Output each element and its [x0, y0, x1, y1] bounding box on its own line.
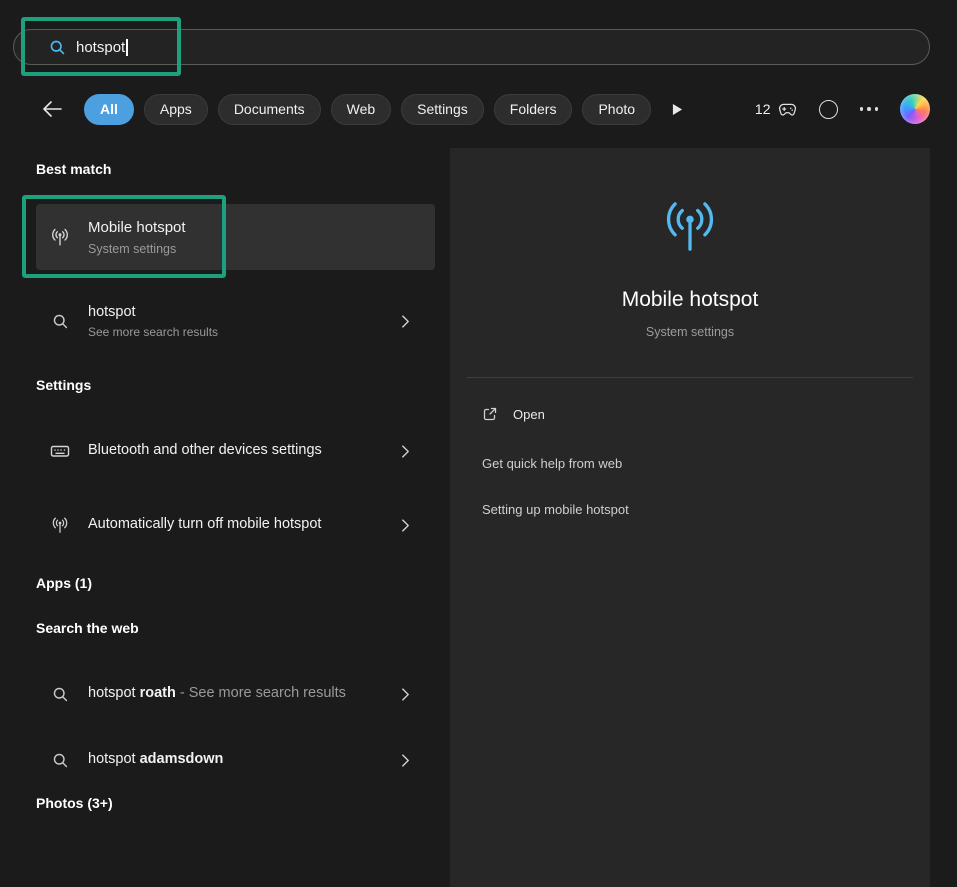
quick-help-link[interactable]: Get quick help from web: [482, 456, 622, 471]
search-header-actions: 12: [755, 93, 930, 125]
account-avatar[interactable]: [819, 100, 838, 119]
result-bluetooth-settings[interactable]: Bluetooth and other devices settings: [36, 422, 435, 480]
setting-up-hotspot-link[interactable]: Setting up mobile hotspot: [482, 502, 629, 517]
tab-photos-label: Photo: [598, 101, 635, 117]
search-icon: [48, 686, 72, 703]
rewards-badge[interactable]: 12: [755, 101, 797, 117]
settings-heading: Settings: [36, 377, 91, 393]
result-title: Mobile hotspot: [88, 218, 350, 238]
web-query-bold: roath: [140, 685, 176, 701]
tab-web-label: Web: [347, 101, 376, 117]
result-subtitle: See more search results: [88, 325, 350, 339]
tab-folders-label: Folders: [510, 101, 557, 117]
more-tabs-button[interactable]: [666, 93, 688, 125]
tab-photos[interactable]: Photo: [582, 94, 651, 125]
apps-heading: Apps (1): [36, 575, 92, 591]
chevron-right-icon: [401, 314, 410, 329]
tab-folders[interactable]: Folders: [494, 94, 573, 125]
chevron-right-icon: [401, 444, 410, 459]
play-icon: [672, 103, 683, 116]
tab-settings[interactable]: Settings: [401, 94, 484, 125]
best-match-heading: Best match: [36, 161, 111, 177]
external-link-icon: [482, 406, 498, 422]
result-title: hotspot: [88, 303, 350, 323]
back-button[interactable]: [38, 93, 66, 125]
preview-panel: Mobile hotspot System settings Open Get …: [450, 148, 930, 887]
result-title: hotspot adamsdown: [88, 750, 350, 770]
result-title: Bluetooth and other devices settings: [88, 441, 350, 461]
tab-all-label: All: [100, 101, 118, 117]
preview-subtitle: System settings: [450, 325, 930, 339]
result-auto-turn-off-hotspot[interactable]: Automatically turn off mobile hotspot: [36, 496, 435, 554]
chevron-right-icon: [401, 518, 410, 533]
web-query-prefix: hotspot: [88, 685, 140, 701]
web-query-bold: adamsdown: [140, 751, 224, 767]
rewards-count: 12: [755, 101, 771, 117]
search-input[interactable]: hotspot: [13, 29, 930, 65]
result-title: Automatically turn off mobile hotspot: [88, 515, 350, 535]
preview-title: Mobile hotspot: [450, 288, 930, 312]
search-icon: [49, 39, 66, 56]
chevron-right-icon: [401, 753, 410, 768]
tab-apps[interactable]: Apps: [144, 94, 208, 125]
result-web-hotspot-adamsdown[interactable]: hotspot adamsdown: [36, 740, 435, 780]
search-filter-tabs: All Apps Documents Web Settings Folders …: [84, 93, 651, 125]
search-icon: [48, 313, 72, 330]
tab-settings-label: Settings: [417, 101, 468, 117]
divider: [467, 377, 913, 378]
result-web-hotspot-roath[interactable]: hotspot roath - See more search results: [36, 664, 435, 724]
tab-all[interactable]: All: [84, 94, 134, 125]
copilot-icon[interactable]: [900, 94, 930, 124]
result-see-more-hotspot[interactable]: hotspot See more search results: [36, 293, 435, 349]
tab-web[interactable]: Web: [331, 94, 392, 125]
tab-documents-label: Documents: [234, 101, 305, 117]
open-label: Open: [513, 407, 545, 422]
result-subtitle: System settings: [88, 242, 350, 256]
search-icon: [48, 752, 72, 769]
tab-documents[interactable]: Documents: [218, 94, 321, 125]
back-arrow-icon: [42, 101, 62, 117]
chevron-right-icon: [401, 687, 410, 702]
mobile-hotspot-icon: [654, 194, 726, 263]
open-action[interactable]: Open: [482, 401, 545, 427]
search-query-text: hotspot: [76, 39, 125, 56]
text-caret: [126, 39, 128, 56]
web-query-suffix: - See more search results: [176, 685, 346, 701]
photos-heading: Photos (3+): [36, 795, 113, 811]
web-query-prefix: hotspot: [88, 751, 140, 767]
devices-icon: [48, 441, 72, 461]
game-controller-icon: [778, 102, 797, 117]
hotspot-icon: [48, 226, 72, 248]
hotspot-icon: [48, 515, 72, 535]
tab-apps-label: Apps: [160, 101, 192, 117]
result-mobile-hotspot[interactable]: Mobile hotspot System settings: [36, 204, 435, 270]
search-the-web-heading: Search the web: [36, 620, 139, 636]
result-title: hotspot roath - See more search results: [88, 684, 350, 704]
more-options-button[interactable]: [860, 107, 879, 111]
